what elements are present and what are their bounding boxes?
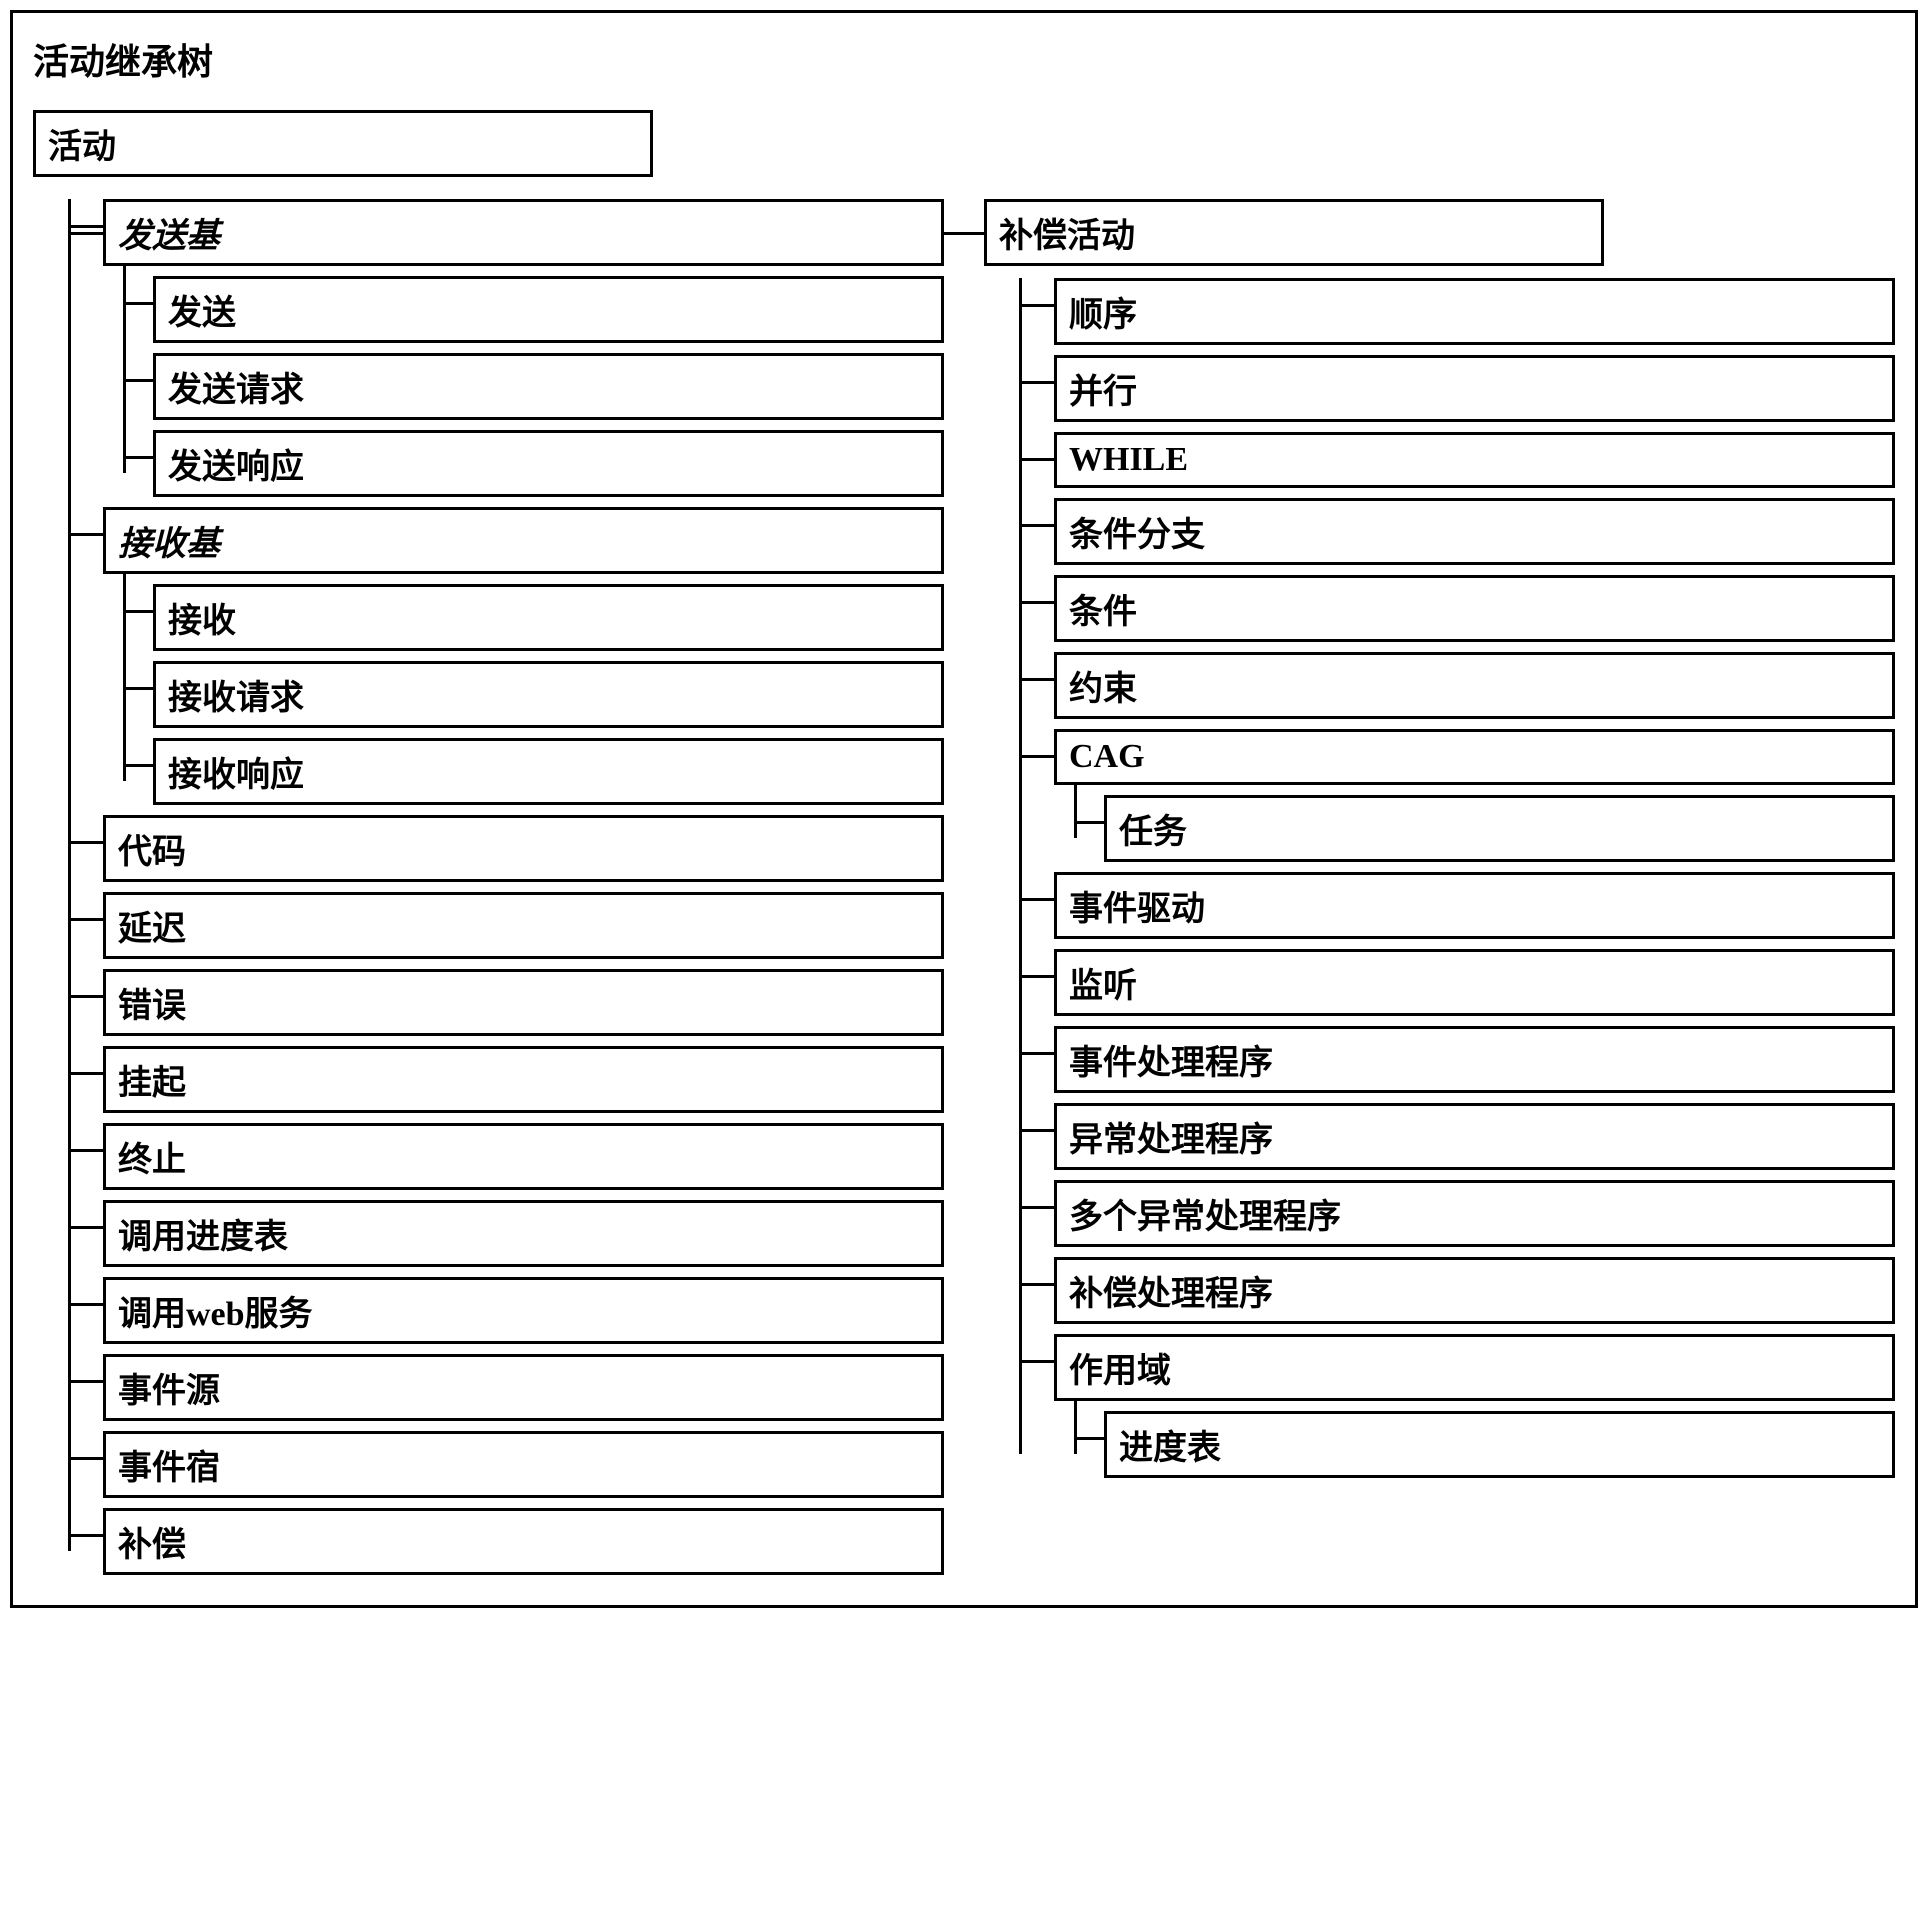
tree-root-area: 活动 发送基 发送 发送请求 发送响应 接收基 [33, 110, 1895, 1575]
node-while: WHILE [1054, 432, 1895, 488]
node-cond: 条件 [1054, 575, 1895, 642]
node-parallel: 并行 [1054, 355, 1895, 422]
node-sequence: 顺序 [1054, 278, 1895, 345]
left-column: 发送基 发送 发送请求 发送响应 接收基 接收 接收请求 接收响应 [33, 189, 944, 1575]
node-scope: 作用域 进度表 [1054, 1334, 1895, 1478]
node-suspend: 挂起 [103, 1046, 944, 1113]
node-event-driven: 事件驱动 [1054, 872, 1895, 939]
node-compensate: 补偿 [103, 1508, 944, 1575]
columns-wrapper: 发送基 发送 发送请求 发送响应 接收基 接收 接收请求 接收响应 [33, 189, 1895, 1575]
node-event-sink: 事件宿 [103, 1431, 944, 1498]
node-multi-exception-handler: 多个异常处理程序 [1054, 1180, 1895, 1247]
node-event-source: 事件源 [103, 1354, 944, 1421]
node-receive: 接收 [153, 584, 944, 651]
root-activity: 活动 [33, 110, 653, 177]
node-constraint: 约束 [1054, 652, 1895, 719]
node-receive-request: 接收请求 [153, 661, 944, 728]
node-send-request: 发送请求 [153, 353, 944, 420]
right-column: 补偿活动 顺序 并行 WHILE 条件分支 条件 约束 CAG 任务 事件驱动 [984, 189, 1895, 1478]
node-comp-activity: 补偿活动 [984, 199, 1604, 266]
node-send: 发送 [153, 276, 944, 343]
node-code: 代码 [103, 815, 944, 882]
node-terminate: 终止 [103, 1123, 944, 1190]
node-send-response: 发送响应 [153, 430, 944, 497]
node-delay: 延迟 [103, 892, 944, 959]
node-error: 错误 [103, 969, 944, 1036]
diagram-title: 活动继承树 [33, 33, 1895, 85]
node-receive-base: 接收基 接收 接收请求 接收响应 [103, 507, 944, 805]
node-exception-handler: 异常处理程序 [1054, 1103, 1895, 1170]
node-schedule: 进度表 [1104, 1411, 1895, 1478]
node-cond-branch: 条件分支 [1054, 498, 1895, 565]
node-cag: CAG 任务 [1054, 729, 1895, 862]
node-task: 任务 [1104, 795, 1895, 862]
node-receive-response: 接收响应 [153, 738, 944, 805]
diagram-frame: 活动继承树 活动 发送基 发送 发送请求 发送响应 接 [10, 10, 1918, 1608]
node-send-base: 发送基 发送 发送请求 发送响应 [103, 199, 944, 497]
node-listen: 监听 [1054, 949, 1895, 1016]
node-comp-handler: 补偿处理程序 [1054, 1257, 1895, 1324]
node-invoke-web: 调用web服务 [103, 1277, 944, 1344]
node-invoke-schedule: 调用进度表 [103, 1200, 944, 1267]
node-event-handler: 事件处理程序 [1054, 1026, 1895, 1093]
